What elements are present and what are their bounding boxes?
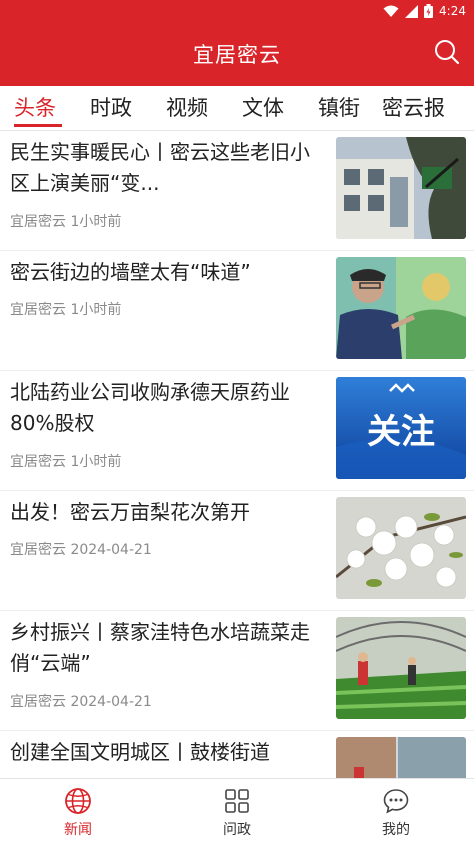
greenhouse-vegetables-photo[interactable] xyxy=(336,617,466,719)
news-meta: 宜居密云 2024-04-21 xyxy=(10,539,152,559)
status-bar: 4:24 xyxy=(0,0,474,22)
news-time: 2024-04-21 xyxy=(70,694,152,710)
nav-label: 我的 xyxy=(382,822,410,838)
news-item[interactable]: 北陆药业公司收购承德天原药业80%股权 宜居密云 1小时前 关注 xyxy=(0,371,474,491)
nav-mine[interactable]: 我的 xyxy=(346,779,446,845)
nav-news[interactable]: 新闻 xyxy=(28,779,128,845)
active-tab-indicator xyxy=(14,124,62,127)
nav-label: 新闻 xyxy=(64,822,92,838)
battery-icon xyxy=(424,4,434,18)
tab-miyunbao[interactable]: 密云报 xyxy=(382,92,445,122)
news-headline[interactable]: 乡村振兴丨蔡家洼特色水培蔬菜走俏“云端” xyxy=(10,617,320,679)
news-source: 宜居密云 xyxy=(10,214,66,230)
chat-bubble-icon xyxy=(382,787,410,815)
news-item[interactable]: 创建全国文明城区丨鼓楼街道 xyxy=(0,731,474,778)
page-title: 宜居密云 xyxy=(193,43,281,67)
news-time: 2024-04-21 xyxy=(70,542,152,558)
app-header: 宜居密云 xyxy=(0,22,474,86)
news-item[interactable]: 民生实事暖民心丨密云这些老旧小区上演美丽“变... 宜居密云 1小时前 xyxy=(0,131,474,251)
news-source: 宜居密云 xyxy=(10,302,66,318)
street-scene-photo[interactable] xyxy=(336,737,466,778)
news-feed[interactable]: 民生实事暖民心丨密云这些老旧小区上演美丽“变... 宜居密云 1小时前 密云街边… xyxy=(0,131,474,778)
news-item[interactable]: 乡村振兴丨蔡家洼特色水培蔬菜走俏“云端” 宜居密云 2024-04-21 xyxy=(0,611,474,731)
news-meta: 宜居密云 2024-04-21 xyxy=(10,691,152,711)
news-headline[interactable]: 密云街边的墙壁太有“味道” xyxy=(10,257,320,288)
news-item[interactable]: 出发！密云万亩梨花次第开 宜居密云 2024-04-21 xyxy=(0,491,474,611)
news-meta: 宜居密云 1小时前 xyxy=(10,451,121,471)
globe-icon xyxy=(64,787,92,815)
tab-toutiao[interactable]: 头条 xyxy=(14,92,56,122)
man-painting-mural-photo[interactable] xyxy=(336,257,466,359)
news-source: 宜居密云 xyxy=(10,694,66,710)
news-headline[interactable]: 出发！密云万亩梨花次第开 xyxy=(10,497,320,528)
grid-icon xyxy=(223,787,251,815)
news-item[interactable]: 密云街边的墙壁太有“味道” 宜居密云 1小时前 xyxy=(0,251,474,371)
news-meta: 宜居密云 1小时前 xyxy=(10,299,121,319)
wifi-icon xyxy=(383,5,399,18)
news-time: 1小时前 xyxy=(70,454,122,470)
news-source: 宜居密云 xyxy=(10,454,66,470)
news-headline[interactable]: 民生实事暖民心丨密云这些老旧小区上演美丽“变... xyxy=(10,137,320,199)
tab-wenti[interactable]: 文体 xyxy=(242,92,284,122)
tab-zhenjie[interactable]: 镇街 xyxy=(318,92,360,122)
nav-wenzheng[interactable]: 问政 xyxy=(187,779,287,845)
category-tabs: 头条 时政 视频 文体 镇街 密云报 xyxy=(0,86,474,131)
pear-blossom-photo[interactable] xyxy=(336,497,466,599)
signal-icon xyxy=(405,4,419,18)
search-icon[interactable] xyxy=(432,38,462,68)
news-source: 宜居密云 xyxy=(10,542,66,558)
guanzhu-banner-image[interactable]: 关注 xyxy=(336,377,466,479)
banner-text: 关注 xyxy=(367,412,435,452)
news-time: 1小时前 xyxy=(70,214,122,230)
tab-shizheng[interactable]: 时政 xyxy=(90,92,132,122)
news-time: 1小时前 xyxy=(70,302,122,318)
nav-label: 问政 xyxy=(223,822,251,838)
old-residential-building-photo[interactable] xyxy=(336,137,466,239)
news-headline[interactable]: 北陆药业公司收购承德天原药业80%股权 xyxy=(10,377,320,439)
news-headline[interactable]: 创建全国文明城区丨鼓楼街道 xyxy=(10,737,320,768)
tab-shipin[interactable]: 视频 xyxy=(166,92,208,122)
status-time: 4:24 xyxy=(439,4,466,18)
news-meta: 宜居密云 1小时前 xyxy=(10,211,121,231)
bottom-nav: 新闻 问政 我的 xyxy=(0,778,474,845)
